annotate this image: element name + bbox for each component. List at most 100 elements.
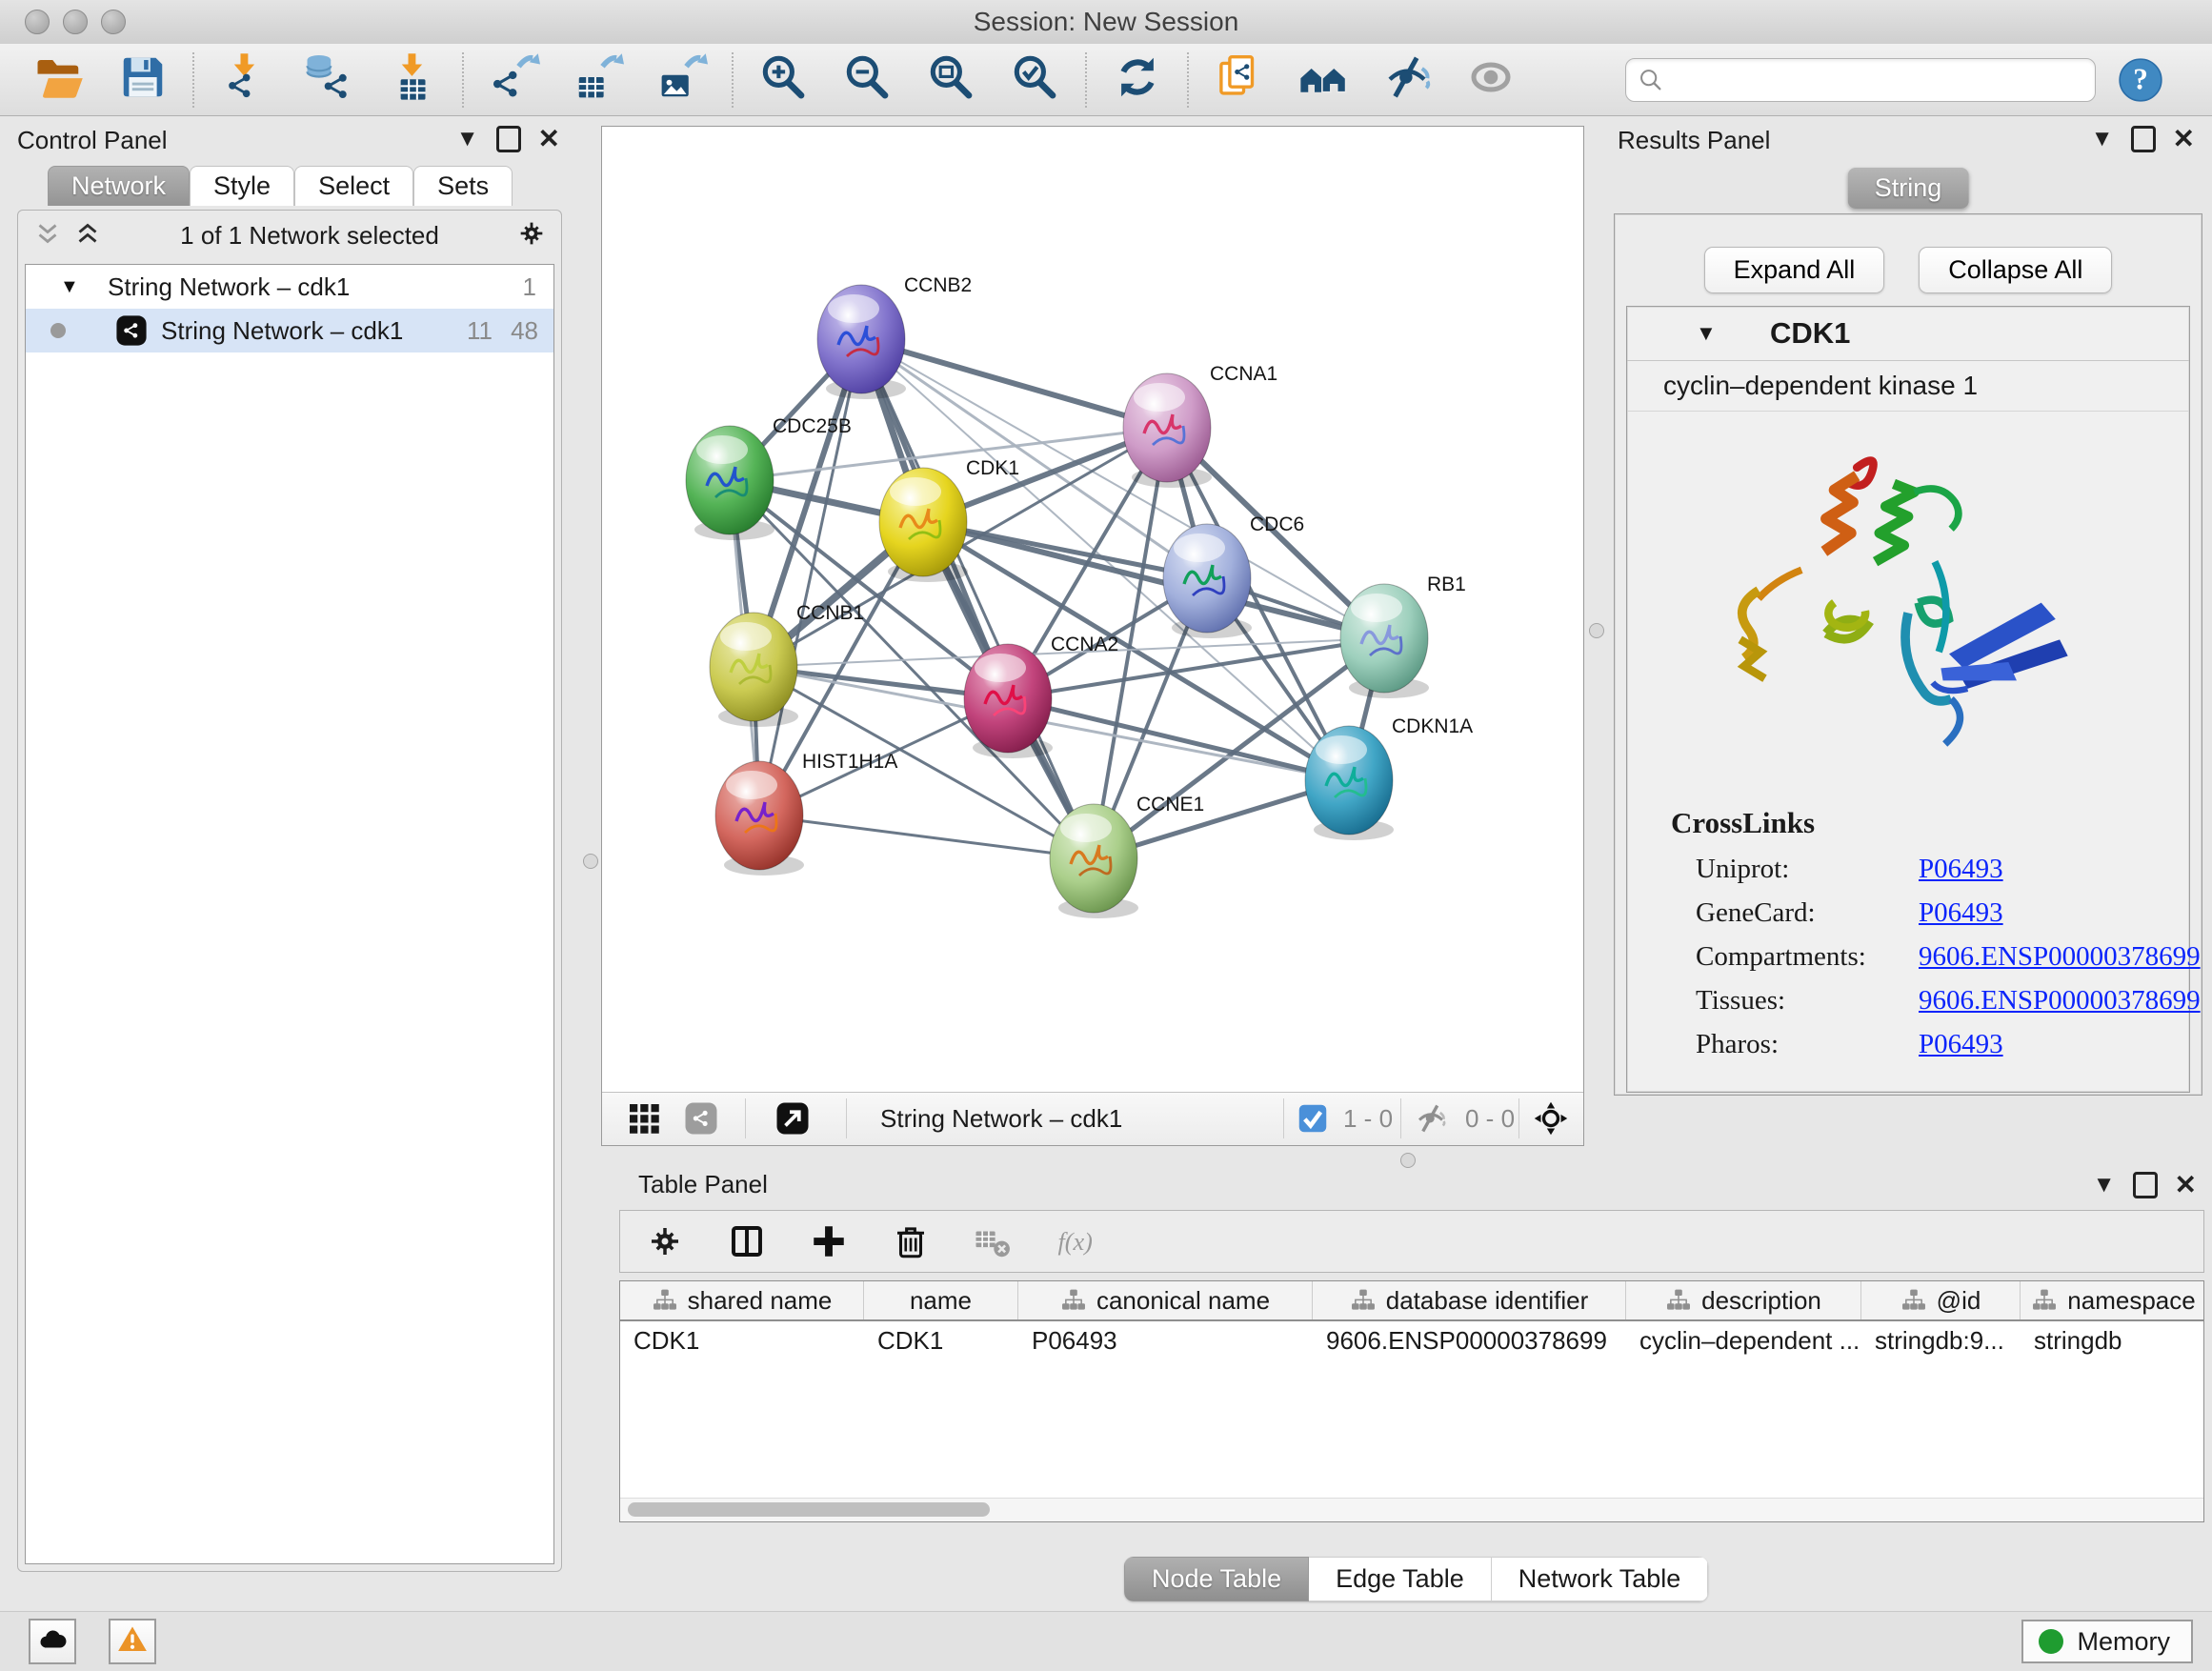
grid-view-icon[interactable] [627,1093,661,1144]
network-node-HIST1H1A[interactable]: HIST1H1A [715,751,897,876]
network-edge-CCNB2-CCNE1[interactable] [861,339,1094,858]
tab-edge-table[interactable]: Edge Table [1309,1557,1492,1601]
collapse-all-icon[interactable] [31,217,64,254]
table-row[interactable]: CDK1CDK1P064939606.ENSP00000378699cyclin… [620,1321,2203,1359]
zoom-in-button[interactable] [742,49,826,111]
selected-checkbox-icon[interactable] [1296,1093,1330,1144]
import-network-file-button[interactable] [203,49,287,111]
column-header-description[interactable]: description [1626,1281,1861,1319]
zoom-out-button[interactable] [826,49,910,111]
export-network-button[interactable] [473,49,556,111]
tab-sets[interactable]: Sets [413,166,513,206]
network-node-RB1[interactable]: RB1 [1340,574,1466,698]
gene-header[interactable]: ▼ CDK1 [1627,307,2189,361]
panel-close-icon[interactable]: ✕ [538,126,560,152]
crosslink-link[interactable]: P06493 [1919,1029,2003,1060]
panel-float-icon[interactable] [2131,126,2156,152]
share-view-icon[interactable] [684,1093,718,1144]
gene-expander-icon[interactable]: ▼ [1696,321,1717,346]
panel-menu-icon[interactable]: ▼ [2091,128,2114,151]
tab-network-table[interactable]: Network Table [1492,1557,1709,1601]
crosslink-link[interactable]: 9606.ENSP00000378699 [1919,941,2201,973]
plus-button[interactable] [809,1221,849,1261]
network-canvas[interactable]: CCNB2CCNA1CDC25BCDK1CDC6RB1CCNB1CCNA2CDK… [602,127,1583,1093]
column-header-shared-name[interactable]: shared name [620,1281,864,1319]
expand-all-icon[interactable] [71,217,104,254]
column-header--id[interactable]: @id [1861,1281,2021,1319]
table-cell[interactable]: stringdb:9... [1861,1321,2021,1359]
table-cell[interactable]: 9606.ENSP00000378699 [1313,1321,1626,1359]
network-node-CCNB2[interactable]: CCNB2 [817,274,972,399]
import-network-database-button[interactable] [287,49,371,111]
column-header-canonical-name[interactable]: canonical name [1018,1281,1313,1319]
network-node-CDC6[interactable]: CDC6 [1163,513,1304,638]
network-row[interactable]: String Network – cdk1 11 48 [26,309,553,352]
table-cell[interactable]: CDK1 [620,1321,864,1359]
network-edge-CDK1-RB1[interactable] [923,522,1384,638]
panel-menu-icon[interactable]: ▼ [456,128,479,151]
network-node-CDK1[interactable]: CDK1 [879,457,1019,582]
network-collection-row[interactable]: ▼ String Network – cdk1 1 [26,265,553,309]
expand-all-button[interactable]: Expand All [1704,247,1885,293]
hidden-eye-icon[interactable] [1414,1093,1448,1144]
panel-float-icon[interactable] [496,126,521,152]
trash-button[interactable] [891,1221,931,1261]
gear-button[interactable] [645,1221,685,1261]
tab-style[interactable]: Style [190,166,294,206]
panel-menu-icon[interactable]: ▼ [2093,1174,2116,1197]
collection-expander-icon[interactable]: ▼ [60,276,79,298]
search-input[interactable] [1672,61,2085,97]
tab-string[interactable]: String [1848,168,1969,209]
gear-icon[interactable] [515,217,548,254]
help-button[interactable]: ? [2117,56,2164,104]
memory-button[interactable]: Memory [2021,1620,2193,1663]
network-node-CDKN1A[interactable]: CDKN1A [1305,715,1473,840]
right-splitter-handle[interactable] [1589,623,1604,638]
left-splitter-handle[interactable] [583,854,598,869]
network-edge-CCNB2-HIST1H1A[interactable] [759,339,861,815]
panel-close-icon[interactable]: ✕ [2173,126,2195,152]
export-table-button[interactable] [556,49,640,111]
bottom-splitter-handle[interactable] [1400,1153,1416,1168]
network-node-CCNB1[interactable]: CCNB1 [710,602,864,727]
export-image-button[interactable] [640,49,724,111]
hide-selected-button[interactable] [1365,49,1449,111]
collapse-all-button[interactable]: Collapse All [1919,247,2112,293]
show-all-button[interactable] [1449,49,1533,111]
column-header-database-identifier[interactable]: database identifier [1313,1281,1626,1319]
new-network-from-selection-button[interactable] [1197,49,1281,111]
first-neighbors-button[interactable] [1281,49,1365,111]
column-header-name[interactable]: name [864,1281,1018,1319]
network-edge-HIST1H1A-CCNE1[interactable] [759,815,1094,858]
columns-button[interactable] [727,1221,767,1261]
crosshair-icon[interactable] [1534,1093,1568,1144]
table-cell[interactable]: P06493 [1018,1321,1313,1359]
import-table-file-button[interactable] [371,49,454,111]
crosslink-link[interactable]: P06493 [1919,854,2003,885]
tab-select[interactable]: Select [294,166,413,206]
panel-close-icon[interactable]: ✕ [2175,1172,2197,1198]
open-session-button[interactable] [17,49,101,111]
search-box[interactable] [1625,58,2096,102]
cloud-button[interactable] [29,1619,76,1664]
table-cell[interactable]: cyclin–dependent ... [1626,1321,1861,1359]
table-cell[interactable]: stringdb [2021,1321,2204,1359]
panel-float-icon[interactable] [2133,1172,2158,1198]
birdseye-view-icon[interactable] [775,1093,810,1144]
network-node-CCNE1[interactable]: CCNE1 [1050,794,1204,918]
crosslink-link[interactable]: P06493 [1919,897,2003,929]
scrollbar-thumb[interactable] [628,1502,990,1517]
warnings-button[interactable] [109,1619,156,1664]
zoom-fit-button[interactable] [910,49,994,111]
network-node-CCNA1[interactable]: CCNA1 [1123,363,1277,488]
table-cell[interactable]: CDK1 [864,1321,1018,1359]
save-session-button[interactable] [101,49,185,111]
crosslink-link[interactable]: 9606.ENSP00000378699 [1919,985,2201,1017]
network-edge-CCNB2-CCNA1[interactable] [861,339,1167,428]
apply-layout-button[interactable] [1096,49,1179,111]
tab-node-table[interactable]: Node Table [1124,1557,1309,1601]
tab-network[interactable]: Network [48,166,190,206]
horizontal-scrollbar[interactable] [620,1498,2203,1521]
zoom-selected-button[interactable] [994,49,1077,111]
column-header-namespace[interactable]: namespace [2021,1281,2204,1319]
